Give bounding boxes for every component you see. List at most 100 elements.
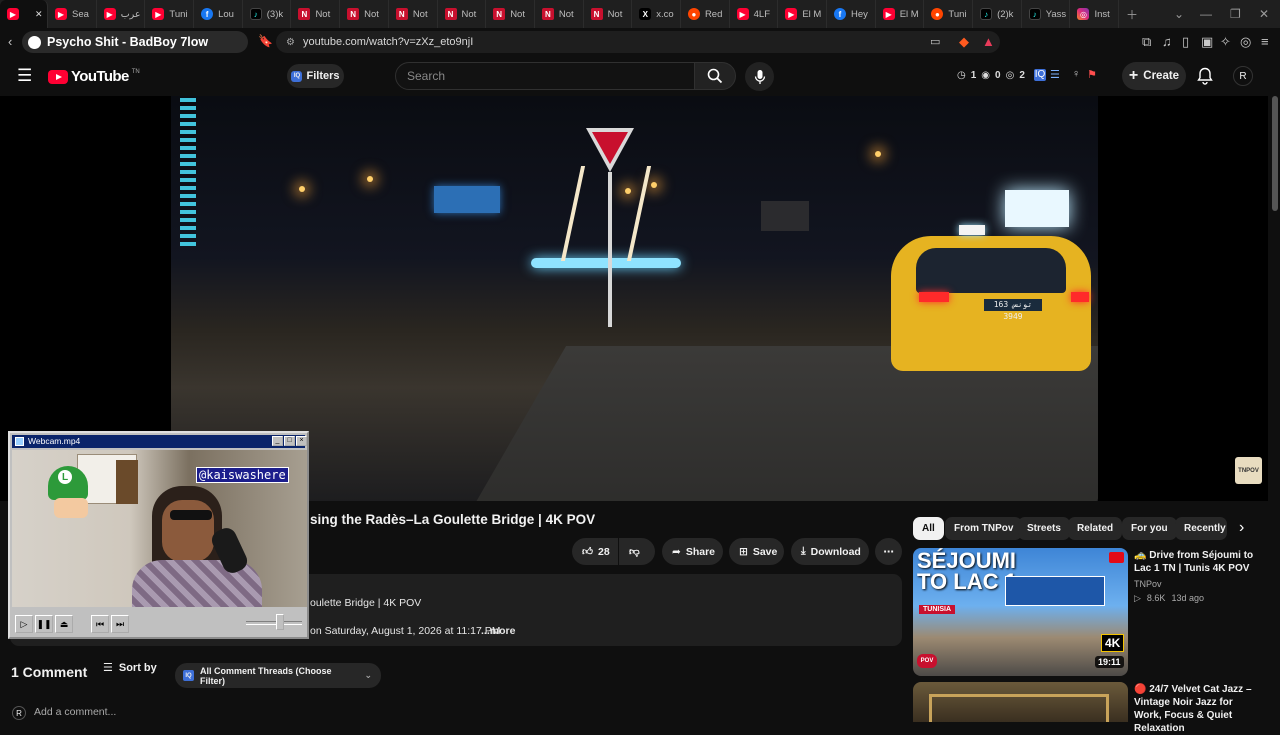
browser-tab[interactable]: ▶ Sea	[48, 0, 97, 28]
browser-tab[interactable]: ▶ عرب	[97, 0, 146, 28]
video-player[interactable]: 163 تونس 3949	[171, 96, 1098, 501]
list-ext-icon[interactable]: ☰	[1050, 68, 1060, 81]
browser-tab[interactable]: ◎ Inst	[1070, 0, 1120, 28]
filters-ext-icon: IQ	[291, 70, 303, 82]
browser-tab[interactable]: ♪ Yass	[1022, 0, 1071, 28]
tab-favicon-rd-icon: ●	[931, 8, 944, 20]
browser-tab[interactable]: Xx.co	[632, 0, 681, 28]
filters-button[interactable]: IQ Filters	[287, 64, 344, 88]
minimize-window-button[interactable]: —	[1200, 0, 1212, 28]
add-comment-input[interactable]: Add a comment...	[34, 706, 116, 718]
browser-tab[interactable]: ▶ ✕	[0, 0, 48, 28]
window-close-button[interactable]: ×	[296, 436, 307, 446]
tab-list-chevron-icon[interactable]: ⌄	[1174, 0, 1184, 28]
browser-tab[interactable]: N Not	[486, 0, 535, 28]
close-window-button[interactable]: ✕	[1259, 0, 1269, 28]
url-text: youtube.com/watch?v=zXz_eto9njI	[302, 36, 474, 48]
trophy-ext-icon[interactable]: ♀	[1072, 68, 1080, 80]
chip-all[interactable]: All	[913, 517, 944, 540]
window-minimize-button[interactable]: _	[272, 436, 283, 446]
notification-ext-icon[interactable]: ⚑	[1087, 68, 1097, 81]
channel-watermark[interactable]: TNPOV	[1235, 457, 1262, 484]
chip-next-chevron-icon[interactable]: ›	[1239, 519, 1244, 537]
chip-for-you[interactable]: For you	[1122, 517, 1177, 540]
play-button[interactable]: ▷	[15, 615, 33, 633]
related-video-title[interactable]: 🔴 24/7 Velvet Cat Jazz – Vintage Noir Ja…	[1134, 683, 1260, 735]
browser-tab[interactable]: ♪ (2)k	[973, 0, 1022, 28]
pause-button[interactable]: ❚❚	[35, 615, 53, 633]
description-more-link[interactable]: ...more	[481, 625, 515, 637]
voice-search-button[interactable]	[745, 62, 774, 91]
browser-tab[interactable]: N Not	[340, 0, 389, 28]
vpn-icon[interactable]: ◎	[1240, 34, 1251, 50]
sort-by-button[interactable]: ☰ Sort by	[103, 661, 157, 675]
eject-button[interactable]: ⏏	[55, 615, 73, 633]
cast-icon[interactable]: ▭	[930, 35, 940, 48]
download-button[interactable]: ⤓ Download	[791, 538, 869, 565]
browser-tab[interactable]: ▶ 4LF	[730, 0, 779, 28]
tab-close-icon[interactable]: ✕	[35, 9, 43, 20]
menu-icon[interactable]: ≡	[1261, 34, 1269, 49]
related-thumbnail[interactable]: SÉJOUMI TO LAC 1 TUNISIA 4K POV 19:11	[913, 548, 1128, 676]
address-bar[interactable]: ⚙ youtube.com/watch?v=zXz_eto9njI	[276, 31, 1000, 53]
volume-slider-thumb[interactable]	[276, 614, 284, 630]
media-controls-icon[interactable]: ♫	[1162, 34, 1172, 49]
search-button[interactable]	[694, 62, 736, 90]
window-maximize-button[interactable]: □	[284, 436, 295, 446]
leo-ai-icon[interactable]: ✧	[1220, 34, 1231, 50]
back-arrow-icon[interactable]: ‹	[8, 34, 12, 49]
chip-recently[interactable]: Recently	[1175, 517, 1227, 540]
browser-tab[interactable]: ▶ El M	[778, 0, 827, 28]
save-button[interactable]: ⊞ Save	[729, 538, 784, 565]
related-video-title[interactable]: 🚕 Drive from Séjoumi to Lac 1 TN | Tunis…	[1134, 549, 1260, 575]
related-thumbnail[interactable]	[913, 682, 1128, 722]
search-input[interactable]: Search	[395, 62, 695, 90]
iq-ext-icon[interactable]: IQ	[1034, 69, 1046, 81]
browser-tab[interactable]: f Hey	[827, 0, 876, 28]
browser-tab[interactable]: ♪ (3)k	[243, 0, 292, 28]
new-tab-button[interactable]: ＋	[1126, 0, 1138, 28]
extensions-icon[interactable]: ⧉	[1142, 34, 1151, 50]
maximize-window-button[interactable]: ❐	[1230, 0, 1241, 28]
notifications-bell-icon[interactable]	[1197, 67, 1213, 85]
comment-filter-dropdown[interactable]: IQ All Comment Threads (Choose Filter) ⌄	[175, 663, 381, 688]
account-avatar[interactable]: R	[1233, 66, 1253, 86]
wallet-icon[interactable]: ▣	[1201, 34, 1213, 50]
browser-tab[interactable]: N Not	[291, 0, 341, 28]
youtube-logo[interactable]: YouTube TN	[48, 68, 140, 85]
chip-streets[interactable]: Streets	[1018, 517, 1070, 540]
webcam-player-window[interactable]: Webcam.mp4 _ □ × L @kaiswashere ▷ ❚❚ ⏏ ⏮…	[8, 431, 309, 639]
browser-tab[interactable]: ▶ Tuni	[145, 0, 195, 28]
webcam-title-bar[interactable]: Webcam.mp4 _ □ ×	[12, 435, 307, 448]
browser-tab[interactable]: N Not	[389, 0, 438, 28]
extension-stats[interactable]: ◷ 1 ◉ 0 ◎ 2	[957, 70, 1025, 81]
bookmark-icon[interactable]: 🔖	[258, 34, 273, 48]
sidebar-icon[interactable]: ▯	[1182, 34, 1189, 50]
dislike-button[interactable]: 👎︎	[619, 538, 655, 565]
taxi-rear-window	[916, 248, 1066, 293]
chip-from-channel[interactable]: From TNPov	[945, 517, 1023, 540]
brave-rewards-icon[interactable]: ▲	[982, 34, 995, 49]
site-info-icon[interactable]: ⚙	[286, 37, 295, 48]
browser-tab[interactable]: N Not	[438, 0, 487, 28]
next-button[interactable]: ⏭	[111, 615, 129, 633]
related-channel-name[interactable]: TNPov	[1134, 579, 1162, 589]
browser-tab[interactable]: N Not	[535, 0, 584, 28]
hamburger-menu-icon[interactable]: ☰	[17, 66, 32, 86]
browser-tab[interactable]: ● Tuni	[924, 0, 974, 28]
brave-shield-icon[interactable]: ◆	[959, 34, 969, 50]
chip-related[interactable]: Related	[1068, 517, 1123, 540]
previous-button[interactable]: ⏮	[91, 615, 109, 633]
like-button[interactable]: 👍︎ 28	[572, 538, 618, 565]
browser-tab[interactable]: ▶ El M	[876, 0, 925, 28]
share-button[interactable]: ➦ Share	[662, 538, 723, 565]
volume-slider-track[interactable]	[246, 621, 302, 625]
now-playing-chip[interactable]: Psycho Shit - BadBoy 7low	[22, 31, 248, 53]
browser-tab[interactable]: N Not	[584, 0, 633, 28]
create-button[interactable]: + Create	[1122, 62, 1186, 90]
browser-tab[interactable]: ● Red	[681, 0, 730, 28]
tab-favicon-yt-icon: ▶	[7, 8, 19, 20]
page-scrollbar-thumb[interactable]	[1272, 96, 1278, 211]
more-actions-button[interactable]: ⋯	[875, 538, 902, 565]
browser-tab[interactable]: f Lou	[194, 0, 243, 28]
